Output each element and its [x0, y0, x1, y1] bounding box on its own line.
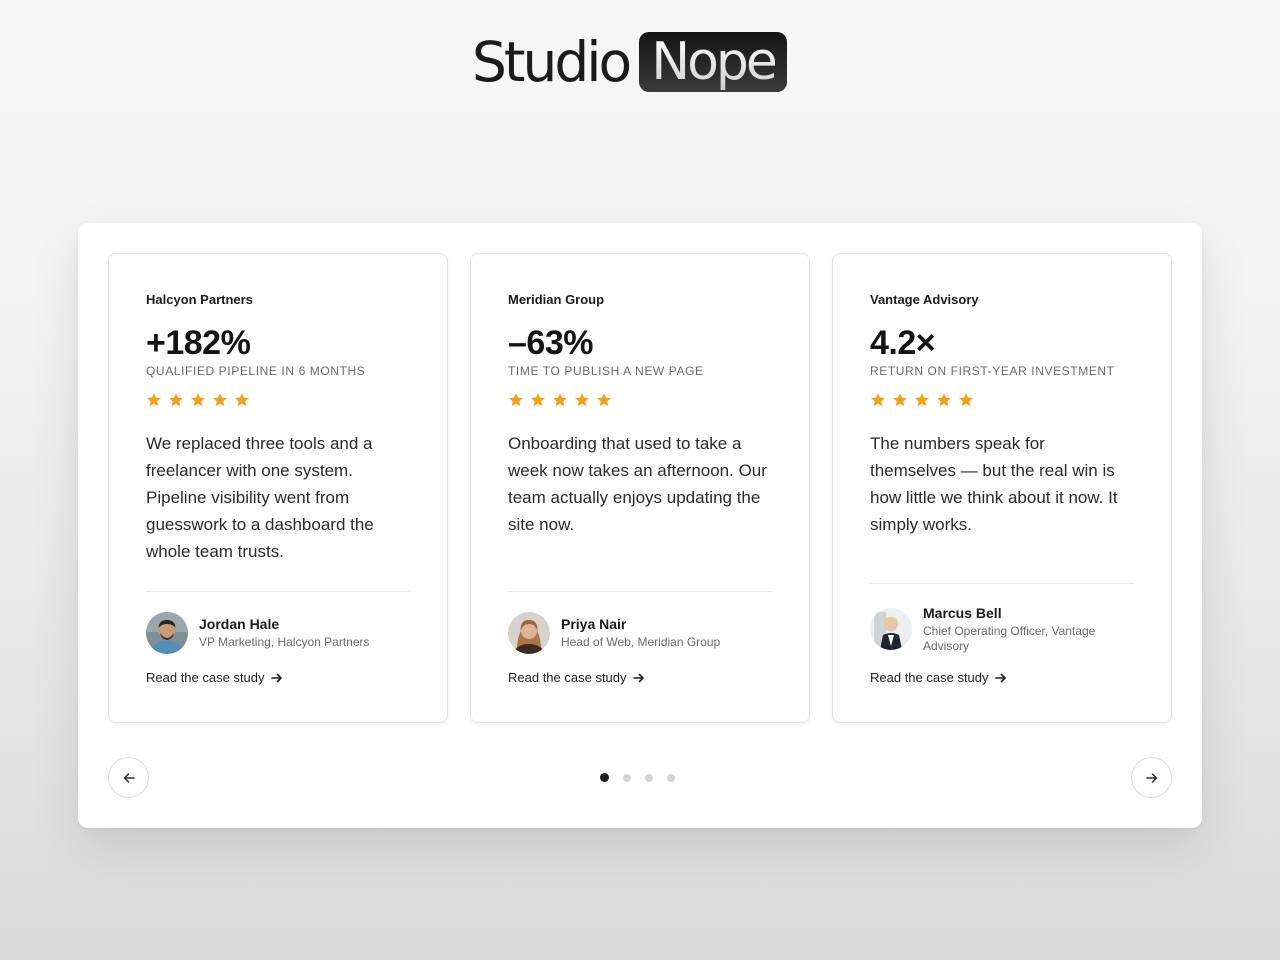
- star-icon: [235, 393, 249, 407]
- star-icon: [575, 393, 589, 407]
- metric-value: –63%: [508, 324, 593, 362]
- logo-badge: Nope: [639, 32, 787, 92]
- testimonials-carousel: Halcyon Partners +182% QUALIFIED PIPELIN…: [78, 223, 1202, 828]
- star-icon: [191, 393, 205, 407]
- company-name: Meridian Group: [508, 292, 605, 307]
- person-avatar-icon: [146, 612, 188, 654]
- star-icon: [871, 393, 885, 407]
- star-icon: [531, 393, 545, 407]
- person-role: VP Marketing, Halcyon Partners: [199, 635, 370, 649]
- link-label: Read the case study: [508, 670, 627, 685]
- metric-label: TIME TO PUBLISH A NEW PAGE: [508, 364, 704, 378]
- star-icon: [597, 393, 611, 407]
- arrow-right-icon: [270, 673, 282, 682]
- link-label: Read the case study: [146, 670, 265, 685]
- divider: [508, 591, 772, 592]
- person-name: Jordan Hale: [199, 616, 280, 632]
- carousel-pagination: [600, 773, 675, 782]
- pagination-dot[interactable]: [667, 773, 675, 782]
- testimonial-card: Halcyon Partners +182% QUALIFIED PIPELIN…: [108, 253, 448, 723]
- read-case-study-link[interactable]: Read the case study: [870, 670, 1007, 685]
- star-icon: [937, 393, 951, 407]
- star-icon: [169, 393, 183, 407]
- pagination-dot[interactable]: [600, 773, 609, 782]
- testimonial-quote: The numbers speak for themselves — but t…: [870, 434, 1118, 534]
- logo-word-nope: Nope: [651, 32, 778, 92]
- star-icon: [915, 393, 929, 407]
- metric-label: QUALIFIED PIPELINE IN 6 MONTHS: [146, 364, 366, 378]
- divider: [870, 583, 1134, 584]
- person-name: Priya Nair: [561, 616, 627, 632]
- testimonial-card: Vantage Advisory 4.2× RETURN ON FIRST-YE…: [832, 253, 1172, 723]
- person-avatar-icon: [508, 612, 550, 654]
- company-name: Vantage Advisory: [870, 292, 979, 307]
- star-icon: [509, 393, 523, 407]
- person-name: Marcus Bell: [923, 605, 1002, 621]
- company-name: Halcyon Partners: [146, 292, 253, 307]
- avatar: [508, 612, 550, 654]
- star-rating: [508, 392, 612, 408]
- star-icon: [213, 393, 227, 407]
- link-label: Read the case study: [870, 670, 989, 685]
- avatar: [146, 612, 188, 654]
- star-icon: [959, 393, 973, 407]
- person-role: Head of Web, Meridian Group: [561, 635, 721, 649]
- testimonial-card: Meridian Group –63% TIME TO PUBLISH A NE…: [470, 253, 810, 723]
- divider: [146, 591, 410, 592]
- star-icon: [553, 393, 567, 407]
- star-icon: [893, 393, 907, 407]
- arrow-left-icon: [123, 772, 135, 783]
- testimonial-quote: Onboarding that used to take a week now …: [508, 434, 767, 534]
- person-avatar-icon: [870, 608, 912, 650]
- metric-value: +182%: [146, 324, 251, 362]
- avatar: [870, 608, 912, 650]
- carousel-next-button[interactable]: [1131, 757, 1172, 798]
- metric-label: RETURN ON FIRST-YEAR INVESTMENT: [870, 364, 1115, 378]
- arrow-right-icon: [1145, 772, 1157, 783]
- testimonial-quote: We replaced three tools and a freelancer…: [146, 434, 374, 561]
- arrow-right-icon: [632, 673, 644, 682]
- carousel-prev-button[interactable]: [108, 757, 149, 798]
- star-rating: [146, 392, 250, 408]
- person-role: Chief Operating Officer, Vantage Advisor…: [923, 624, 1096, 653]
- pagination-dot[interactable]: [645, 773, 653, 782]
- star-icon: [147, 393, 161, 407]
- arrow-right-icon: [994, 673, 1006, 682]
- pagination-dot[interactable]: [623, 773, 631, 782]
- brand-logo[interactable]: Studio Nope: [472, 30, 787, 94]
- star-rating: [870, 392, 974, 408]
- logo-word-studio: Studio: [472, 30, 632, 94]
- read-case-study-link[interactable]: Read the case study: [508, 670, 645, 685]
- read-case-study-link[interactable]: Read the case study: [146, 670, 283, 685]
- metric-value: 4.2×: [870, 324, 936, 362]
